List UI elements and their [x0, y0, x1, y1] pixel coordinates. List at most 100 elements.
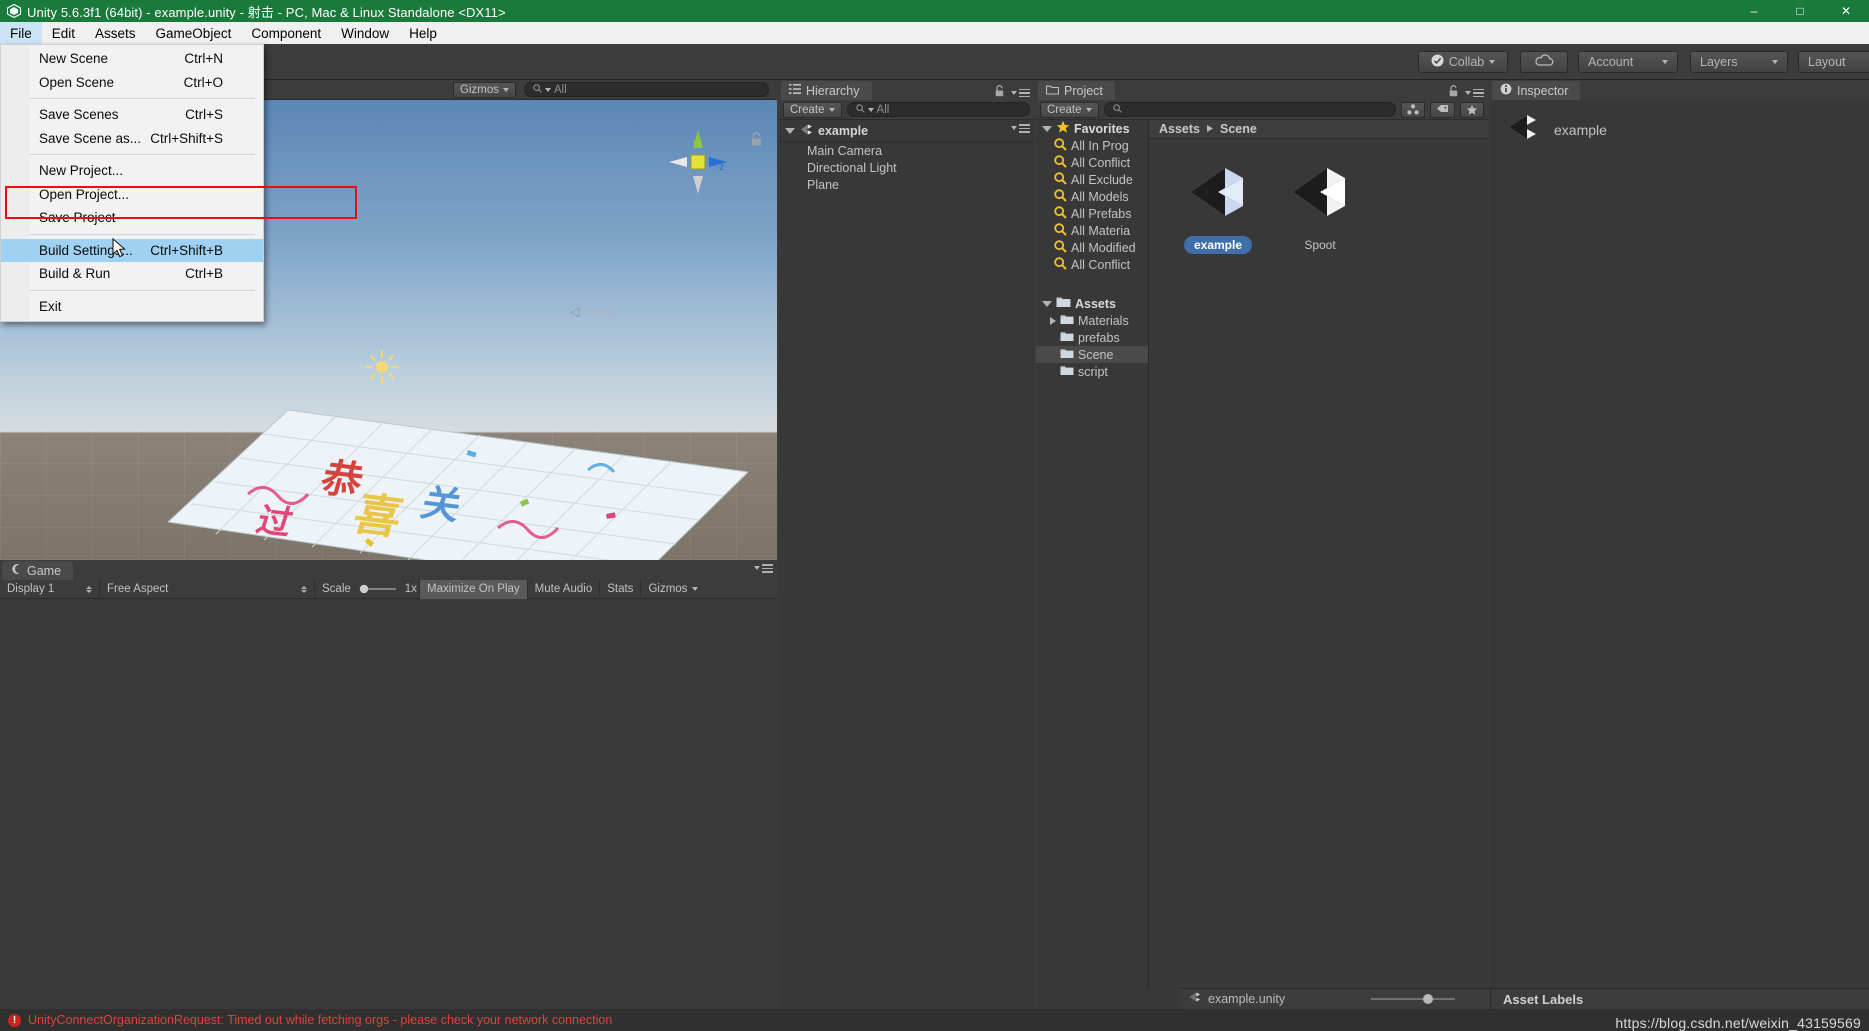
menu-item-build-settings[interactable]: Build Settings... Ctrl+Shift+B: [1, 238, 263, 262]
game-viewport[interactable]: 恭 喜 过 关: [0, 599, 777, 1009]
hierarchy-create-button[interactable]: Create: [783, 101, 842, 118]
menu-item-open-scene[interactable]: Open Scene Ctrl+O: [1, 71, 263, 95]
game-panel-menu[interactable]: [754, 564, 773, 573]
assets-item-prefabs[interactable]: prefabs: [1036, 329, 1148, 346]
menu-item-save-project[interactable]: Save Project: [1, 206, 263, 230]
assets-item-materials[interactable]: Materials: [1036, 312, 1148, 329]
tab-inspector[interactable]: Inspector: [1492, 81, 1581, 100]
menu-item-exit[interactable]: Exit: [1, 295, 263, 319]
maximize-button[interactable]: □: [1777, 0, 1823, 22]
label-filter-icon[interactable]: [1430, 101, 1455, 118]
chevron-down-icon[interactable]: [1042, 125, 1052, 132]
assets-header[interactable]: Assets: [1036, 295, 1148, 312]
close-button[interactable]: ✕: [1823, 0, 1869, 22]
favorite-item-5[interactable]: All Materia: [1036, 222, 1148, 239]
hierarchy-panel-menu[interactable]: [994, 84, 1030, 102]
cloud-button[interactable]: [1520, 51, 1568, 73]
chevron-right-icon[interactable]: [1050, 316, 1056, 325]
collab-button[interactable]: Collab: [1418, 51, 1508, 73]
menu-item-window[interactable]: Window: [331, 22, 399, 44]
scene-axis-gizmo[interactable]: y z: [667, 128, 729, 196]
layers-button[interactable]: Layers: [1690, 51, 1788, 73]
tab-project[interactable]: Project: [1038, 81, 1115, 100]
unity-toolbar: Global Collab: [0, 44, 1869, 118]
breadcrumb-scene[interactable]: Scene: [1220, 122, 1257, 136]
persp-text: Persp: [584, 305, 618, 320]
favorite-label: All In Prog: [1071, 138, 1129, 153]
favorite-item-3[interactable]: All Models: [1036, 188, 1148, 205]
scene-row-menu[interactable]: [1011, 124, 1030, 133]
scale-slider[interactable]: Scale 1x: [315, 579, 420, 599]
menu-item-component[interactable]: Component: [241, 22, 331, 44]
menu-icon: [1019, 88, 1030, 98]
hierarchy-row-scene[interactable]: example: [779, 120, 1034, 142]
unity-scene-icon: [1287, 159, 1353, 230]
favorite-item-6[interactable]: All Modified: [1036, 239, 1148, 256]
menu-item-new-project[interactable]: New Project...: [1, 159, 263, 183]
favorite-star-icon[interactable]: [1460, 101, 1484, 118]
scene-plane-object[interactable]: 恭 喜 过 关: [166, 409, 750, 560]
project-create-button[interactable]: Create: [1040, 101, 1099, 118]
assets-item-scene[interactable]: Scene: [1036, 346, 1148, 363]
favorite-item-1[interactable]: All Conflict: [1036, 154, 1148, 171]
stats-toggle[interactable]: Stats: [600, 579, 642, 599]
minimize-button[interactable]: –: [1731, 0, 1777, 22]
assets-item-script[interactable]: script: [1036, 363, 1148, 380]
project-search-input[interactable]: [1103, 102, 1396, 117]
project-lock-icon[interactable]: [1448, 84, 1459, 102]
scene-gizmos-button[interactable]: Gizmos: [453, 81, 516, 98]
assets-item-label: script: [1078, 364, 1108, 379]
chevron-down-icon: [867, 107, 874, 112]
asset-zoom-slider[interactable]: [1371, 994, 1456, 1004]
hierarchy-row-plane[interactable]: Plane: [779, 176, 1034, 193]
mute-audio-toggle[interactable]: Mute Audio: [528, 579, 601, 599]
layout-button[interactable]: Layout: [1798, 51, 1869, 73]
chevron-down-icon[interactable]: [785, 127, 795, 134]
account-button[interactable]: Account: [1578, 51, 1678, 73]
aspect-dropdown[interactable]: Free Aspect: [100, 579, 315, 599]
menu-shortcut: Ctrl+N: [184, 51, 223, 67]
object-filter-icon[interactable]: [1401, 101, 1425, 118]
hierarchy-row-directional-light[interactable]: Directional Light: [779, 159, 1034, 176]
zoom-slider-knob[interactable]: [1423, 994, 1434, 1004]
status-bar[interactable]: ! UnityConnectOrganizationRequest: Timed…: [0, 1009, 1869, 1031]
file-menu-dropdown: New Scene Ctrl+N Open Scene Ctrl+O Save …: [0, 44, 264, 322]
menu-item-edit[interactable]: Edit: [42, 22, 85, 44]
menu-item-assets[interactable]: Assets: [85, 22, 146, 44]
asset-item-spoot[interactable]: Spoot: [1281, 159, 1359, 254]
hierarchy-item-label: Directional Light: [807, 160, 897, 175]
unity-logo-icon: [5, 3, 23, 19]
menu-item-file[interactable]: File: [0, 22, 42, 44]
favorite-item-2[interactable]: All Exclude: [1036, 171, 1148, 188]
inspector-panel: Inspector example: [1490, 80, 1869, 1009]
hierarchy-search-input[interactable]: All: [846, 102, 1030, 117]
chevron-down-icon[interactable]: [1042, 300, 1052, 307]
display-dropdown[interactable]: Display 1: [0, 579, 100, 599]
chevron-down-icon: [1085, 107, 1092, 112]
menu-item-new-scene[interactable]: New Scene Ctrl+N: [1, 47, 263, 71]
scene-search-input[interactable]: All: [524, 82, 769, 97]
menu-item-save-scene-as[interactable]: Save Scene as... Ctrl+Shift+S: [1, 127, 263, 151]
favorites-header[interactable]: Favorites: [1036, 120, 1148, 137]
project-panel-menu[interactable]: [1448, 84, 1484, 102]
hierarchy-lock-icon[interactable]: [994, 84, 1005, 102]
menu-item-help[interactable]: Help: [399, 22, 447, 44]
menu-item-save-scenes[interactable]: Save Scenes Ctrl+S: [1, 103, 263, 127]
tab-game[interactable]: Game: [2, 561, 74, 580]
asset-item-example[interactable]: example: [1179, 159, 1257, 254]
menu-item-gameobject[interactable]: GameObject: [146, 22, 242, 44]
favorite-item-4[interactable]: All Prefabs: [1036, 205, 1148, 222]
scene-gizmos-label: Gizmos: [460, 83, 499, 96]
scene-lock-icon[interactable]: [750, 132, 763, 152]
maximize-on-play-toggle[interactable]: Maximize On Play: [420, 579, 528, 599]
tab-hierarchy[interactable]: Hierarchy: [781, 81, 872, 100]
menu-label: Save Scenes: [39, 107, 119, 123]
hierarchy-row-main-camera[interactable]: Main Camera: [779, 142, 1034, 159]
favorite-item-0[interactable]: All In Prog: [1036, 137, 1148, 154]
breadcrumb-assets[interactable]: Assets: [1159, 122, 1200, 136]
directional-light-gizmo[interactable]: [365, 350, 399, 389]
favorite-item-7[interactable]: All Conflict: [1036, 256, 1148, 273]
game-gizmos-button[interactable]: Gizmos: [641, 580, 705, 599]
menu-item-open-project[interactable]: Open Project...: [1, 183, 263, 207]
menu-item-build-and-run[interactable]: Build & Run Ctrl+B: [1, 262, 263, 286]
